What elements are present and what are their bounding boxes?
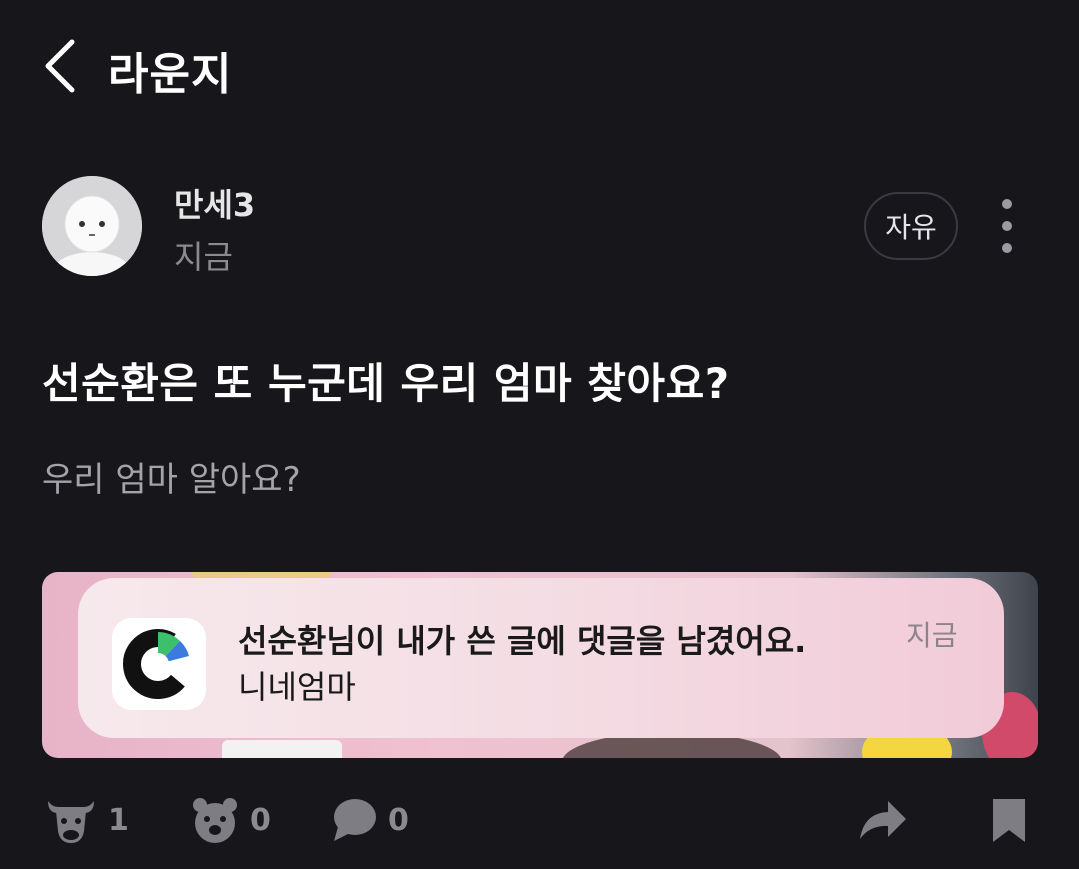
share-button[interactable]: [858, 780, 908, 860]
bear-count: 0: [250, 802, 271, 838]
post-author-row: 만세3 지금 자유: [42, 176, 1042, 276]
page-title: 라운지: [108, 49, 233, 100]
top-bar: 라운지: [0, 0, 1079, 130]
notification-title: 선순환님이 내가 쓴 글에 댓글을 남겼어요.: [238, 622, 807, 660]
c-logo-icon: [112, 618, 206, 710]
notification-body: 니네엄마: [238, 668, 356, 706]
back-button[interactable]: [36, 32, 96, 96]
bull-count: 1: [108, 802, 129, 838]
robot-avatar-icon: [42, 176, 142, 276]
more-vertical-icon: [992, 196, 1022, 256]
comment-button[interactable]: 0: [332, 780, 409, 860]
post-body: 우리 엄마 알아요?: [42, 460, 301, 500]
bear-icon: [190, 795, 240, 845]
bookmark-icon: [990, 796, 1028, 844]
chevron-left-icon: [36, 32, 96, 96]
comment-icon: [332, 797, 378, 843]
notification-time: 지금: [906, 619, 958, 652]
post-timestamp: 지금: [174, 238, 233, 276]
comment-count: 0: [388, 802, 409, 838]
notification-banner: 선순환님이 내가 쓴 글에 댓글을 남겼어요. 니네엄마 지금: [78, 578, 1004, 738]
attached-image[interactable]: 선순환님이 내가 쓴 글에 댓글을 남겼어요. 니네엄마 지금: [42, 572, 1038, 758]
more-options-button[interactable]: [992, 196, 1022, 256]
post-title: 선순환은 또 누군데 우리 엄마 찾아요?: [42, 359, 730, 408]
bear-reaction-button[interactable]: 0: [190, 780, 271, 860]
bookmark-button[interactable]: [990, 780, 1028, 860]
avatar[interactable]: [42, 176, 142, 276]
author-name[interactable]: 만세3: [174, 180, 255, 226]
bull-icon: [44, 795, 98, 845]
share-icon: [858, 797, 908, 843]
category-chip[interactable]: 자유: [864, 192, 958, 260]
background-decoration: [222, 740, 342, 758]
post-action-bar: 1 0 0: [0, 780, 1079, 860]
bull-reaction-button[interactable]: 1: [44, 780, 129, 860]
